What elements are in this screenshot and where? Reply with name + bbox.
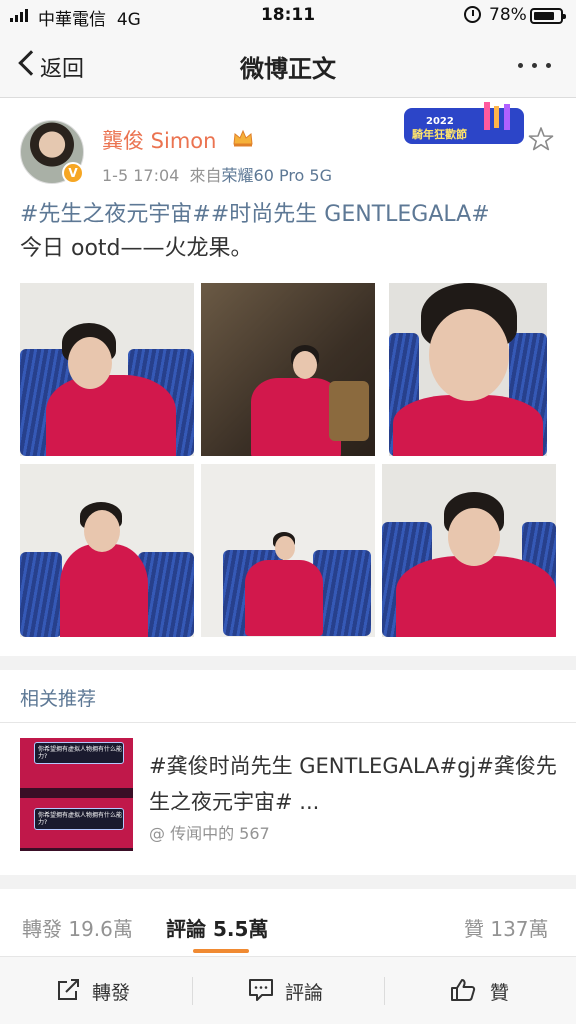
event-badge[interactable]: 2022 騎年狂歡節 xyxy=(404,102,524,146)
section-divider xyxy=(0,656,576,670)
badge-year: 2022 xyxy=(426,116,454,127)
post-photo-4[interactable] xyxy=(20,464,194,637)
battery-icon xyxy=(530,8,566,24)
like-label[interactable]: 贊 xyxy=(490,978,509,1005)
repost-label[interactable]: 轉發 xyxy=(92,978,130,1005)
thumb-caption: 你希望拥有虚拟人物拥有什么能力? xyxy=(38,812,123,826)
page-title: 微博正文 xyxy=(240,55,336,83)
post-meta: 1-5 17:04 來自荣耀60 Pro 5G xyxy=(102,162,332,186)
post-body: 今日 ootd——火龙果。 xyxy=(20,236,253,261)
source-device[interactable]: 荣耀60 Pro 5G xyxy=(222,166,333,185)
share-icon[interactable] xyxy=(56,978,82,1002)
comment-count-tab[interactable]: 評論 5.5萬 xyxy=(166,913,268,942)
comment-label[interactable]: 評論 xyxy=(285,978,323,1005)
repost-button[interactable]: 轉發 xyxy=(0,957,192,1024)
section-divider xyxy=(0,875,576,889)
thumb-caption: 你希望拥有虚拟人物拥有什么能力? xyxy=(38,746,123,760)
related-heading: 相关推荐 xyxy=(20,688,97,710)
related-author: @ 传闻中的 567 xyxy=(149,824,270,843)
related-title[interactable]: #龚俊时尚先生 GENTLEGALA#gj#龚俊先生之夜元宇宙# ... xyxy=(149,748,559,820)
post-photo-2[interactable] xyxy=(201,283,375,456)
post-text: #先生之夜元宇宙##时尚先生 GENTLEGALA# 今日 ootd——火龙果。 xyxy=(20,198,560,266)
related-thumbnail[interactable]: 你希望拥有虚拟人物拥有什么能力? 你希望拥有虚拟人物拥有什么能力? xyxy=(20,738,133,851)
bottom-toolbar: 轉發 評論 贊 xyxy=(0,957,576,1024)
post-photo-6[interactable] xyxy=(382,464,556,637)
more-icon[interactable] xyxy=(518,63,551,68)
thumbs-up-icon[interactable] xyxy=(450,978,476,1002)
post-photo-1[interactable] xyxy=(20,283,194,456)
post-time: 1-5 17:04 xyxy=(102,166,180,185)
comment-button[interactable]: 評論 xyxy=(192,957,384,1024)
like-button[interactable]: 贊 xyxy=(384,957,576,1024)
nav-bar: 返回 微博正文 xyxy=(0,32,576,98)
repost-count-tab[interactable]: 轉發 19.6萬 xyxy=(22,913,133,942)
like-count-tab[interactable]: 贊 137萬 xyxy=(464,913,549,942)
comment-icon[interactable] xyxy=(248,978,274,1002)
badge-text: 騎年狂歡節 xyxy=(412,127,467,141)
active-tab-indicator xyxy=(193,949,249,953)
post-photo-3[interactable] xyxy=(389,283,547,456)
post-hashtags[interactable]: #先生之夜元宇宙##时尚先生 GENTLEGALA# xyxy=(20,198,560,232)
star-icon[interactable] xyxy=(528,126,554,152)
divider xyxy=(0,722,576,723)
status-bar: 中華電信 4G 18:11 78% xyxy=(0,0,576,32)
author-name[interactable]: 龔俊 Simon xyxy=(102,125,216,155)
battery-percent: 78% xyxy=(489,5,527,25)
source-prefix: 來自 xyxy=(189,166,222,185)
alarm-icon xyxy=(464,6,481,23)
post-photo-5[interactable] xyxy=(201,464,375,637)
verified-icon: V xyxy=(62,162,84,184)
crown-icon xyxy=(233,129,253,147)
